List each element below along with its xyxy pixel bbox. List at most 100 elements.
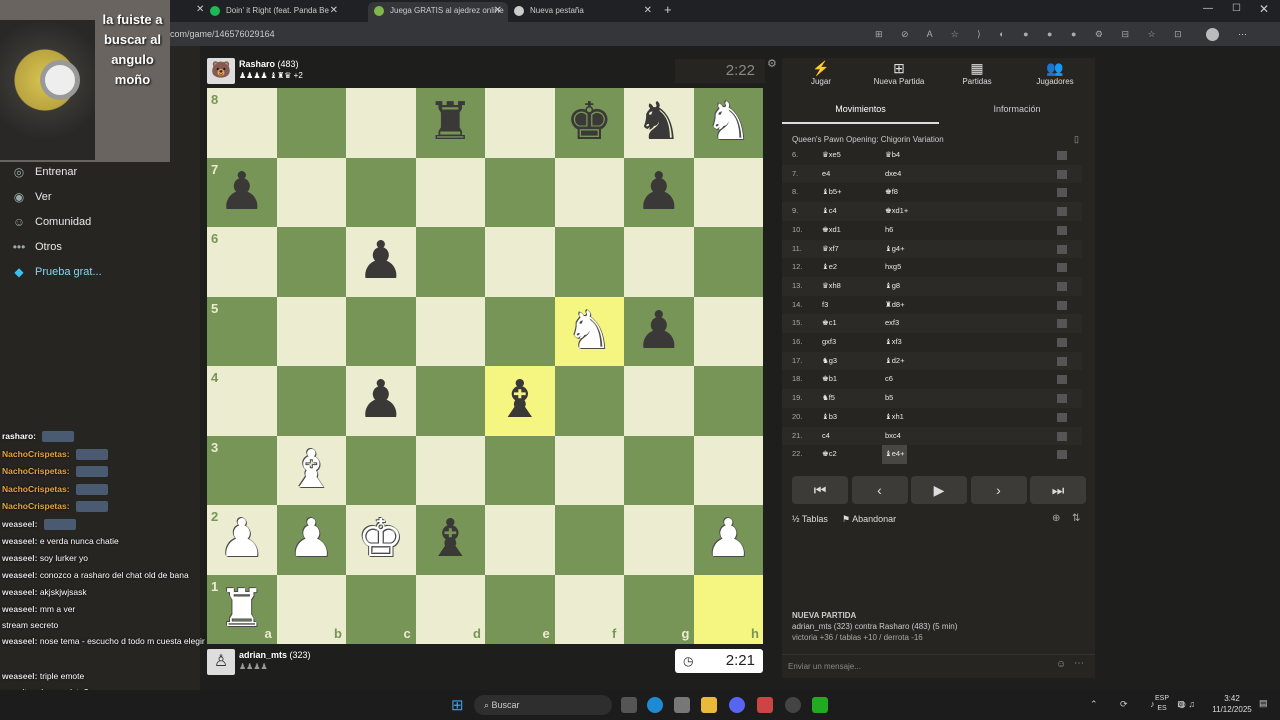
emoji-icon[interactable]: ☺ <box>1056 659 1066 670</box>
square-d3[interactable] <box>415 435 485 505</box>
black-move[interactable]: ♜d8+ <box>885 296 904 315</box>
black-move[interactable]: ♝g4+ <box>885 240 904 259</box>
task-view-icon[interactable] <box>621 697 637 713</box>
tab-close-icon[interactable]: ✕ <box>196 4 204 15</box>
square-c8[interactable] <box>346 88 416 158</box>
maximize-button[interactable]: ☐ <box>1232 3 1241 14</box>
chat-username[interactable]: weaseel: <box>2 587 37 597</box>
black-move[interactable]: ♝d2+ <box>885 352 904 371</box>
black-move[interactable]: h6 <box>885 221 893 240</box>
square-f7[interactable] <box>554 157 624 227</box>
square-b4[interactable] <box>276 366 346 436</box>
move-row[interactable]: 14. f3 ♜d8+ <box>782 296 1082 315</box>
sidebar-item-ver[interactable]: ◉ Ver <box>10 188 52 206</box>
white-move[interactable]: c4 <box>822 427 830 446</box>
edge-icon[interactable] <box>647 697 663 713</box>
previous-move-button[interactable]: ‹ <box>851 476 908 504</box>
square-f6[interactable] <box>554 227 624 297</box>
square-f3[interactable] <box>554 435 624 505</box>
app-icon[interactable] <box>757 697 773 713</box>
white-move[interactable]: ♞g3 <box>822 352 837 371</box>
square-e5[interactable] <box>485 296 555 366</box>
black-piece-g7[interactable]: ♟ <box>624 158 694 228</box>
chess-board[interactable]: 8 7 6 5 4 3 2 1 a b c d e f g h ♜ ♚ ♞ ♞ ♟ ♟ ♟ ♞ ♟ ♟ ♝ ♝ ♟ ♟ ♚ ♝ ♟ ♜ <box>207 88 763 644</box>
move-row[interactable]: 15. ♚c1 exf3 <box>782 314 1082 333</box>
square-e7[interactable] <box>485 157 555 227</box>
minimize-button[interactable]: — <box>1203 3 1213 14</box>
square-b8[interactable] <box>276 88 346 158</box>
move-row[interactable]: 8. ♝b5+ ♚f8 <box>782 183 1082 202</box>
chat-username[interactable]: NachoCrispetas: <box>2 484 70 494</box>
square-b6[interactable] <box>276 227 346 297</box>
flip-board-icon[interactable]: ⇅ <box>1072 513 1080 524</box>
white-piece-f5[interactable]: ♞ <box>555 297 625 367</box>
square-g2[interactable] <box>624 505 694 575</box>
black-move[interactable]: ♝g8 <box>885 277 900 296</box>
black-piece-a7[interactable]: ♟ <box>207 158 277 228</box>
profile-avatar[interactable] <box>1206 28 1219 41</box>
black-piece-d2[interactable]: ♝ <box>416 505 486 575</box>
bookmark-icon[interactable]: ▯ <box>1074 134 1079 145</box>
black-move[interactable]: ♝xf3 <box>885 333 902 352</box>
square-e3[interactable] <box>485 435 555 505</box>
white-piece-h2[interactable]: ♟ <box>694 505 764 575</box>
chat-username[interactable]: weaseel: <box>2 570 37 580</box>
move-row[interactable]: 11. ♛xf7 ♝g4+ <box>782 239 1082 259</box>
files-icon[interactable] <box>701 697 717 713</box>
browser-tab[interactable]: Doin' it Right (feat. Panda Be ✕ <box>204 2 344 22</box>
subtab-moves[interactable]: Movimientos <box>782 104 939 124</box>
menu-icon[interactable]: ⋯ <box>1238 22 1247 46</box>
obs-icon[interactable] <box>785 697 801 713</box>
black-move[interactable]: hxg5 <box>885 258 901 277</box>
move-row[interactable]: 12. ♝e2 hxg5 <box>782 258 1082 277</box>
square-h3[interactable] <box>693 435 763 505</box>
white-piece-b2[interactable]: ♟ <box>277 505 347 575</box>
black-move[interactable]: c6 <box>885 370 893 389</box>
play-button[interactable]: ▶ <box>911 476 967 504</box>
square-d4[interactable] <box>415 366 485 436</box>
tab-close-icon[interactable]: ✕ <box>494 2 502 20</box>
white-piece-c2[interactable]: ♚ <box>346 505 416 575</box>
move-row[interactable]: 9. ♝c4 ♚xd1+ <box>782 202 1082 221</box>
square-c5[interactable] <box>346 296 416 366</box>
black-piece-e4[interactable]: ♝ <box>485 366 555 436</box>
white-piece-a2[interactable]: ♟ <box>207 505 277 575</box>
bottom-player-name[interactable]: adrian_mts (323) <box>239 650 311 660</box>
chat-username[interactable]: rasharo: <box>2 431 36 441</box>
chat-username[interactable]: weaseel: <box>2 604 37 614</box>
clock-time[interactable]: 3:42 <box>1212 694 1252 703</box>
white-move[interactable]: ♛xh8 <box>822 277 841 296</box>
square-f4[interactable] <box>554 366 624 436</box>
white-move[interactable]: e4 <box>822 165 830 184</box>
browser-tab[interactable]: Nueva pestaña ✕ <box>508 2 658 22</box>
black-move[interactable]: dxe4 <box>885 165 901 184</box>
sidebar-item-comunidad[interactable]: ☺ Comunidad <box>10 213 91 231</box>
black-piece-c4[interactable]: ♟ <box>346 366 416 436</box>
square-h7[interactable] <box>693 157 763 227</box>
square-d7[interactable] <box>415 157 485 227</box>
move-row[interactable]: 19. ♞f5 b5 <box>782 389 1082 408</box>
windows-start-icon[interactable]: ⊞ <box>451 696 464 714</box>
black-move[interactable]: bxc4 <box>885 427 901 446</box>
chat-username[interactable]: NachoCrispetas: <box>2 466 70 476</box>
black-piece-g5[interactable]: ♟ <box>624 297 694 367</box>
white-move[interactable]: ♚c2 <box>822 445 837 464</box>
close-window-button[interactable]: ✕ <box>1259 2 1269 16</box>
discord-icon[interactable] <box>729 697 745 713</box>
move-row[interactable]: 18. ♚b1 c6 <box>782 370 1082 389</box>
square-b5[interactable] <box>276 296 346 366</box>
move-row[interactable]: 21. c4 bxc4 <box>782 426 1082 446</box>
black-piece-d8[interactable]: ♜ <box>416 88 486 158</box>
clock-date[interactable]: 11/12/2025 <box>1212 705 1252 714</box>
white-move[interactable]: ♚xd1 <box>822 221 841 240</box>
new-tab-button[interactable]: + <box>664 2 672 17</box>
move-row[interactable]: 6. ♛xe5 ♛b4 <box>782 146 1082 165</box>
square-g6[interactable] <box>624 227 694 297</box>
black-piece-f8[interactable]: ♚ <box>555 88 625 158</box>
terminal-icon[interactable] <box>812 697 828 713</box>
next-move-button[interactable]: › <box>970 476 1027 504</box>
panel-tab-partidas[interactable]: ▦ Partidas <box>938 58 1016 94</box>
panel-tab-nueva-partida[interactable]: ⊞ Nueva Partida <box>860 58 938 94</box>
chat-username[interactable]: weaseel: <box>2 553 37 563</box>
square-c3[interactable] <box>346 435 416 505</box>
